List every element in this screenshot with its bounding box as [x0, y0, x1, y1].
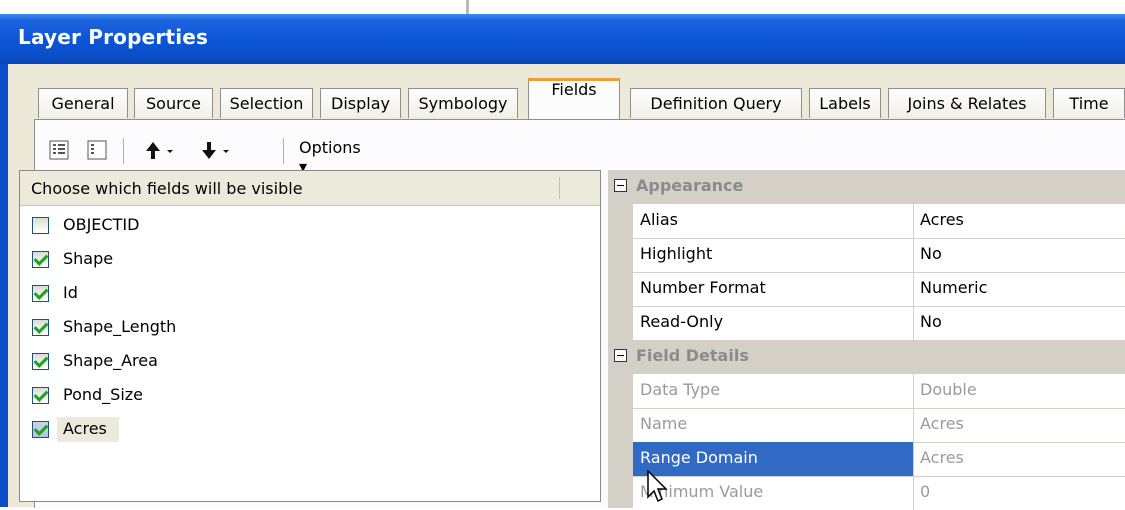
tab-definition-query[interactable]: Definition Query	[630, 88, 802, 118]
category-title: Field Details	[636, 346, 749, 365]
category-field-details[interactable]: Field Details	[608, 340, 1125, 374]
column-divider	[913, 476, 914, 510]
window-title: Layer Properties	[18, 25, 209, 49]
property-row-alias[interactable]: Alias Acres	[633, 204, 1125, 239]
field-label: Id	[63, 283, 78, 302]
tab-time[interactable]: Time	[1053, 88, 1125, 118]
field-item-id[interactable]: Id	[20, 278, 600, 312]
fields-tab-panel: Options ▾ Choose which fields will be vi…	[19, 119, 1125, 510]
property-row-highlight[interactable]: Highlight No	[633, 238, 1125, 273]
property-value: 0	[920, 482, 931, 501]
field-checkbox-shape-area[interactable]	[32, 353, 49, 370]
column-divider	[913, 204, 914, 238]
toolbar-separator	[123, 138, 124, 164]
grid-gutter	[608, 204, 633, 340]
property-name: Read-Only	[640, 312, 724, 331]
tab-general[interactable]: General	[38, 88, 128, 118]
fields-list-header: Choose which fields will be visible	[20, 171, 600, 206]
grid-view-icon[interactable]	[87, 140, 107, 160]
tab-symbology[interactable]: Symbology	[408, 88, 518, 118]
fields-list-header-label: Choose which fields will be visible	[31, 179, 303, 198]
column-divider	[913, 442, 914, 476]
field-item-pond-size[interactable]: Pond_Size	[20, 380, 600, 414]
collapse-icon[interactable]	[614, 179, 627, 192]
property-name: Number Format	[640, 278, 766, 297]
field-item-shape-length[interactable]: Shape_Length	[20, 312, 600, 346]
property-value[interactable]: No	[920, 244, 942, 263]
property-row-range-domain[interactable]: Range Domain Acres	[633, 442, 1125, 477]
property-name: Data Type	[640, 380, 721, 399]
property-name: Highlight	[640, 244, 713, 263]
move-up-icon[interactable]	[143, 140, 179, 160]
property-value: Acres	[920, 448, 964, 467]
field-label: Shape	[63, 249, 114, 268]
toolbar-separator	[283, 138, 284, 164]
property-value[interactable]: Numeric	[920, 278, 987, 297]
field-checkbox-shape[interactable]	[32, 251, 49, 268]
field-checkbox-id[interactable]	[32, 285, 49, 302]
dialog-body: General Source Selection Display Symbolo…	[8, 64, 1125, 510]
tab-selection[interactable]: Selection	[220, 88, 313, 118]
field-checkbox-acres[interactable]	[32, 421, 49, 438]
column-divider	[913, 408, 914, 442]
background-window-edge	[466, 0, 469, 14]
property-value[interactable]: Acres	[920, 210, 964, 229]
category-title: Appearance	[636, 176, 744, 195]
property-name: Alias	[640, 210, 678, 229]
column-divider	[913, 374, 914, 408]
property-row-minimum-value[interactable]: Minimum Value 0	[633, 476, 1125, 510]
tab-fields[interactable]: Fields	[528, 78, 620, 120]
field-label: OBJECTID	[63, 215, 140, 234]
property-value: Acres	[920, 414, 964, 433]
visible-fields-list: Choose which fields will be visible OBJE…	[19, 170, 601, 502]
property-row-read-only[interactable]: Read-Only No	[633, 306, 1125, 341]
field-item-shape-area[interactable]: Shape_Area	[20, 346, 600, 380]
property-name: Range Domain	[640, 448, 758, 467]
field-label: Shape_Length	[63, 317, 177, 336]
column-divider	[559, 177, 560, 199]
property-row-data-type[interactable]: Data Type Double	[633, 374, 1125, 409]
field-label: Acres	[57, 417, 119, 442]
column-divider	[913, 272, 914, 306]
tab-labels[interactable]: Labels	[809, 88, 881, 118]
column-divider	[913, 306, 914, 340]
category-appearance[interactable]: Appearance	[608, 170, 1125, 204]
tab-joins-relates[interactable]: Joins & Relates	[888, 88, 1046, 118]
property-row-name[interactable]: Name Acres	[633, 408, 1125, 443]
background-window-strip	[0, 0, 1125, 14]
move-down-icon[interactable]	[199, 140, 235, 160]
column-divider	[913, 238, 914, 272]
property-value: Double	[920, 380, 977, 399]
tab-source[interactable]: Source	[134, 88, 213, 118]
field-label: Pond_Size	[63, 385, 144, 404]
title-bar[interactable]: Layer Properties	[0, 14, 1125, 64]
field-label: Shape_Area	[63, 351, 158, 370]
field-checkbox-objectid[interactable]	[32, 217, 49, 234]
field-properties-grid: Appearance Alias Acres Highlight No Numb…	[608, 170, 1125, 510]
list-view-icon[interactable]	[49, 140, 69, 160]
collapse-icon[interactable]	[614, 349, 627, 362]
property-row-number-format[interactable]: Number Format Numeric	[633, 272, 1125, 307]
field-checkbox-shape-length[interactable]	[32, 319, 49, 336]
field-item-shape[interactable]: Shape	[20, 244, 600, 278]
property-value[interactable]: No	[920, 312, 942, 331]
field-checkbox-pond-size[interactable]	[32, 387, 49, 404]
tab-display[interactable]: Display	[320, 88, 401, 118]
grid-gutter	[608, 374, 633, 508]
field-item-acres[interactable]: Acres	[20, 414, 600, 448]
mouse-cursor-icon	[647, 470, 668, 503]
property-name: Name	[640, 414, 688, 433]
field-item-objectid[interactable]: OBJECTID	[20, 210, 600, 244]
